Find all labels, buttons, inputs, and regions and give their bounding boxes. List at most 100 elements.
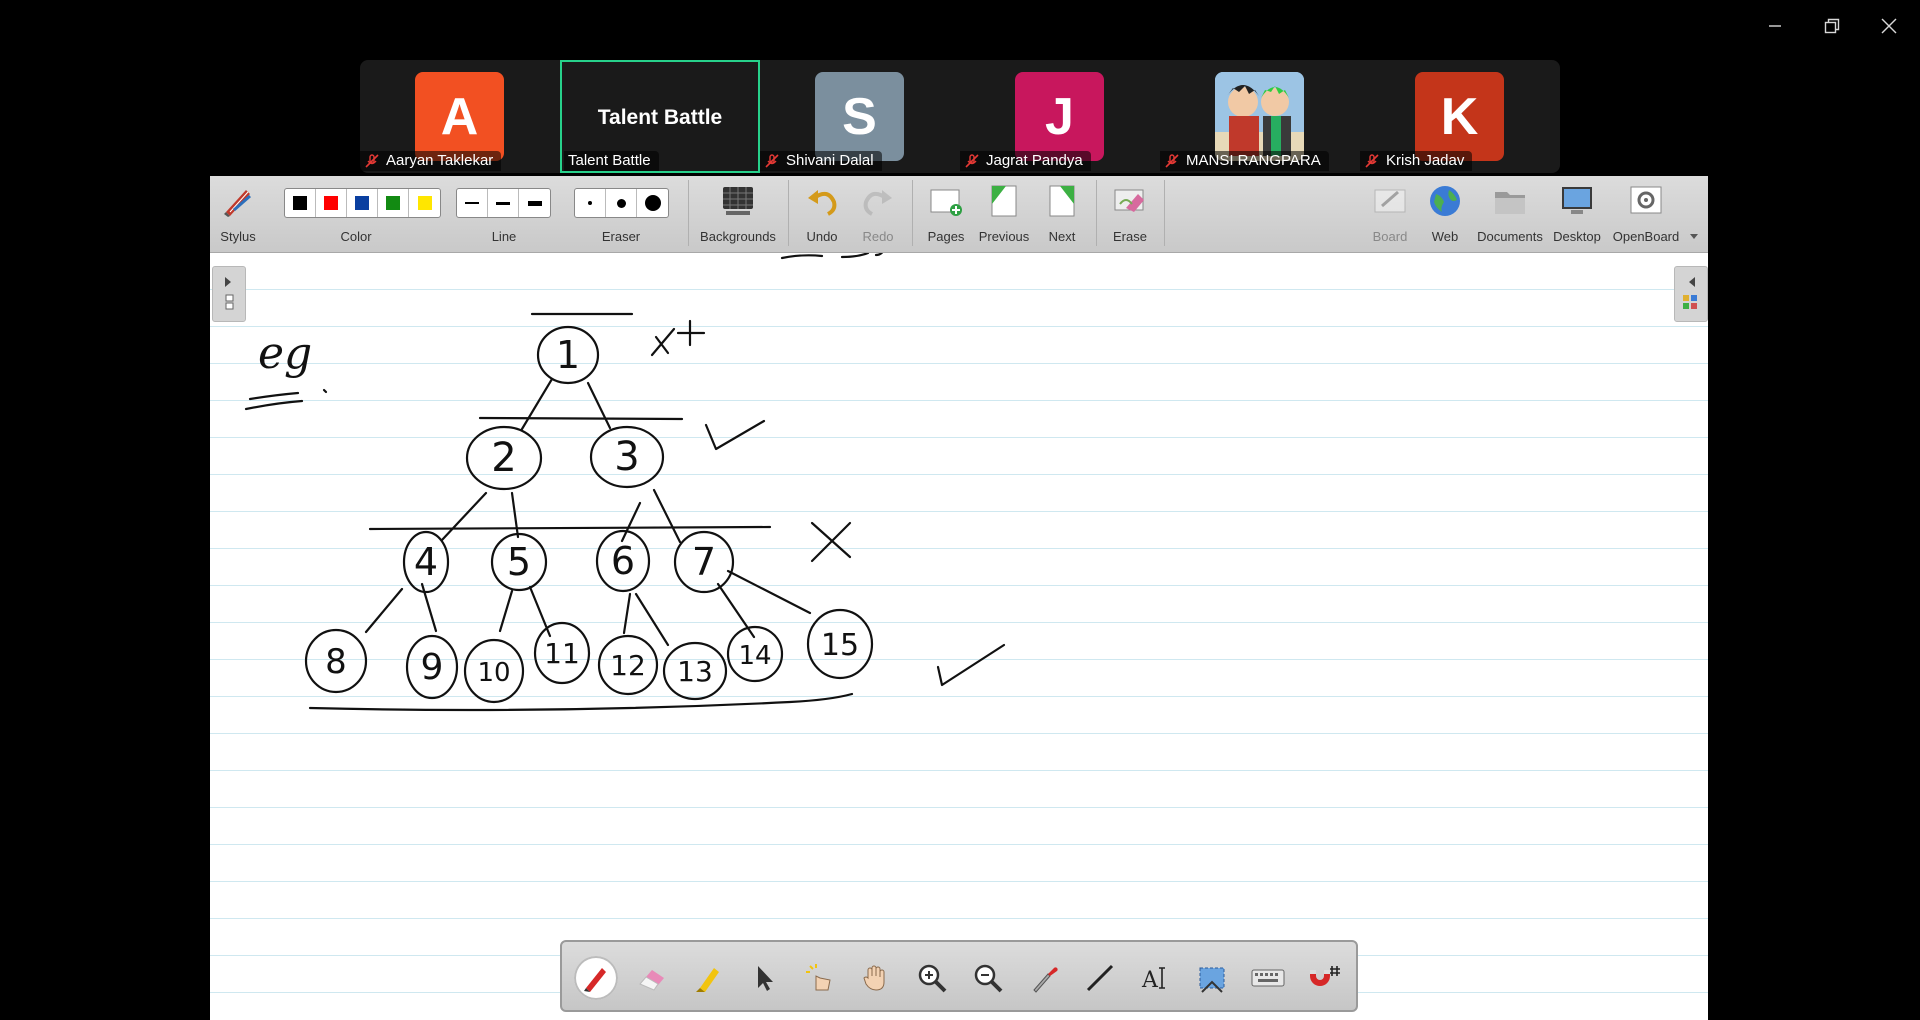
participant-name: Shivani Dalal	[760, 151, 882, 171]
pages-button[interactable]: Pages	[918, 176, 974, 252]
participant-name: MANSI RANGPARA	[1160, 151, 1329, 171]
color-label: Color	[340, 229, 372, 244]
openboard-label: OpenBoard	[1612, 229, 1680, 244]
undo-icon	[808, 190, 837, 216]
backgrounds-icon	[723, 187, 753, 215]
documents-button[interactable]: Documents	[1472, 176, 1548, 252]
color-blue[interactable]	[347, 189, 378, 217]
backgrounds-button[interactable]: Backgrounds	[694, 176, 782, 252]
handwritten-drawing: eg 1 2 3 4 5 6 7 8 9 10 11 12 13 14 15	[244, 253, 1006, 712]
line-widths	[456, 188, 551, 218]
eraser-icon	[639, 970, 664, 991]
participant-name: Krish Jadav	[1360, 151, 1473, 171]
zoom-out-button[interactable]	[966, 956, 1010, 1000]
anime-avatar-image	[1215, 72, 1304, 161]
redo-icon	[863, 190, 892, 216]
board-button[interactable]: Board	[1362, 176, 1418, 252]
redo-button[interactable]: Redo	[850, 176, 906, 252]
web-button[interactable]: Web	[1418, 176, 1472, 252]
capture-tool-button[interactable]	[1190, 956, 1234, 1000]
mic-muted-icon	[965, 154, 979, 168]
undo-button[interactable]: Undo	[794, 176, 850, 252]
node-label: 12	[610, 649, 646, 682]
separator	[688, 180, 689, 246]
desktop-button[interactable]: Desktop	[1548, 176, 1606, 252]
text-icon: A	[1141, 967, 1165, 993]
undo-label: Undo	[806, 229, 838, 244]
pages-label: Pages	[927, 229, 965, 244]
pen-icon	[584, 968, 606, 992]
menu-chevron-down-icon[interactable]	[1690, 234, 1698, 239]
participant-tile[interactable]: A Aaryan Taklekar	[360, 60, 560, 173]
cross-plus-mark	[650, 319, 706, 357]
anime-avatar-icon	[1215, 72, 1304, 161]
line-medium[interactable]	[488, 189, 519, 217]
color-black[interactable]	[285, 189, 316, 217]
interact-tool-button[interactable]	[798, 956, 842, 1000]
next-button[interactable]: Next	[1034, 176, 1090, 252]
participant-name-text: Shivani Dalal	[786, 152, 874, 169]
line-thick[interactable]	[519, 189, 550, 217]
node-label: 5	[507, 540, 531, 584]
participant-tile[interactable]: J Jagrat Pandya	[960, 60, 1160, 173]
line-icon	[1086, 964, 1114, 992]
participant-tile[interactable]: S Shivani Dalal	[760, 60, 960, 173]
participant-strip: A Aaryan Taklekar Talent Battle Talent B…	[360, 60, 1560, 173]
erase-button[interactable]: Erase	[1102, 176, 1158, 252]
color-red[interactable]	[316, 189, 347, 217]
cross-mark	[810, 521, 852, 563]
snap-grid-button[interactable]	[1302, 956, 1346, 1000]
next-page-icon	[1049, 185, 1075, 217]
participant-tile[interactable]: MANSI RANGPARA	[1160, 60, 1360, 173]
minimize-button[interactable]	[1752, 8, 1798, 44]
erase-page-icon	[1114, 189, 1144, 212]
laser-pointer-icon	[806, 964, 831, 991]
restore-button[interactable]	[1809, 8, 1855, 44]
eg-underline	[244, 391, 304, 411]
node-label: 6	[611, 539, 635, 583]
eraser-large[interactable]	[637, 189, 668, 217]
color-yellow[interactable]	[409, 189, 440, 217]
avatar: S	[815, 72, 904, 161]
selector-tool-button[interactable]	[742, 956, 786, 1000]
eraser-tool-button[interactable]	[630, 956, 674, 1000]
participant-name-text: MANSI RANGPARA	[1186, 152, 1321, 169]
participant-tile[interactable]: K Krish Jadav	[1360, 60, 1560, 173]
keyboard-button[interactable]	[1246, 956, 1290, 1000]
separator	[912, 180, 913, 246]
folder-icon	[1495, 192, 1525, 214]
tree-node-labels: 1 2 3 4 5 6 7 8 9 10 11 12 13 14 15	[325, 333, 859, 688]
backgrounds-label: Backgrounds	[700, 229, 776, 244]
node-label: 8	[325, 642, 347, 682]
avatar: A	[415, 72, 504, 161]
pipette-tool-button[interactable]	[1022, 956, 1066, 1000]
node-label: 7	[692, 540, 716, 584]
eraser-medium[interactable]	[606, 189, 637, 217]
board-label: Board	[1372, 229, 1408, 244]
pen-tool-button[interactable]	[574, 956, 618, 1000]
color-green[interactable]	[378, 189, 409, 217]
node-label: 3	[614, 434, 639, 480]
hand-icon	[863, 965, 885, 991]
color-swatches	[284, 188, 441, 218]
openboard-button[interactable]: OpenBoard	[1606, 176, 1686, 252]
level-line-3	[308, 692, 854, 712]
documents-label: Documents	[1477, 229, 1543, 244]
previous-button[interactable]: Previous	[974, 176, 1034, 252]
separator	[1164, 180, 1165, 246]
stylus-button[interactable]: Stylus	[210, 176, 266, 252]
line-thin[interactable]	[457, 189, 488, 217]
highlighter-tool-button[interactable]	[686, 956, 730, 1000]
zoom-in-button[interactable]	[910, 956, 954, 1000]
separator	[788, 180, 789, 246]
node-label: 10	[477, 658, 510, 688]
line-label: Line	[491, 229, 517, 244]
hand-tool-button[interactable]	[854, 956, 898, 1000]
text-tool-button[interactable]: A	[1134, 956, 1178, 1000]
line-tool-button[interactable]	[1078, 956, 1122, 1000]
eraser-small[interactable]	[575, 189, 606, 217]
close-button[interactable]	[1866, 8, 1912, 44]
participant-tile-active[interactable]: Talent Battle Talent Battle	[560, 60, 760, 173]
participant-name-text: Krish Jadav	[1386, 152, 1465, 169]
eraser-sizes	[574, 188, 669, 218]
